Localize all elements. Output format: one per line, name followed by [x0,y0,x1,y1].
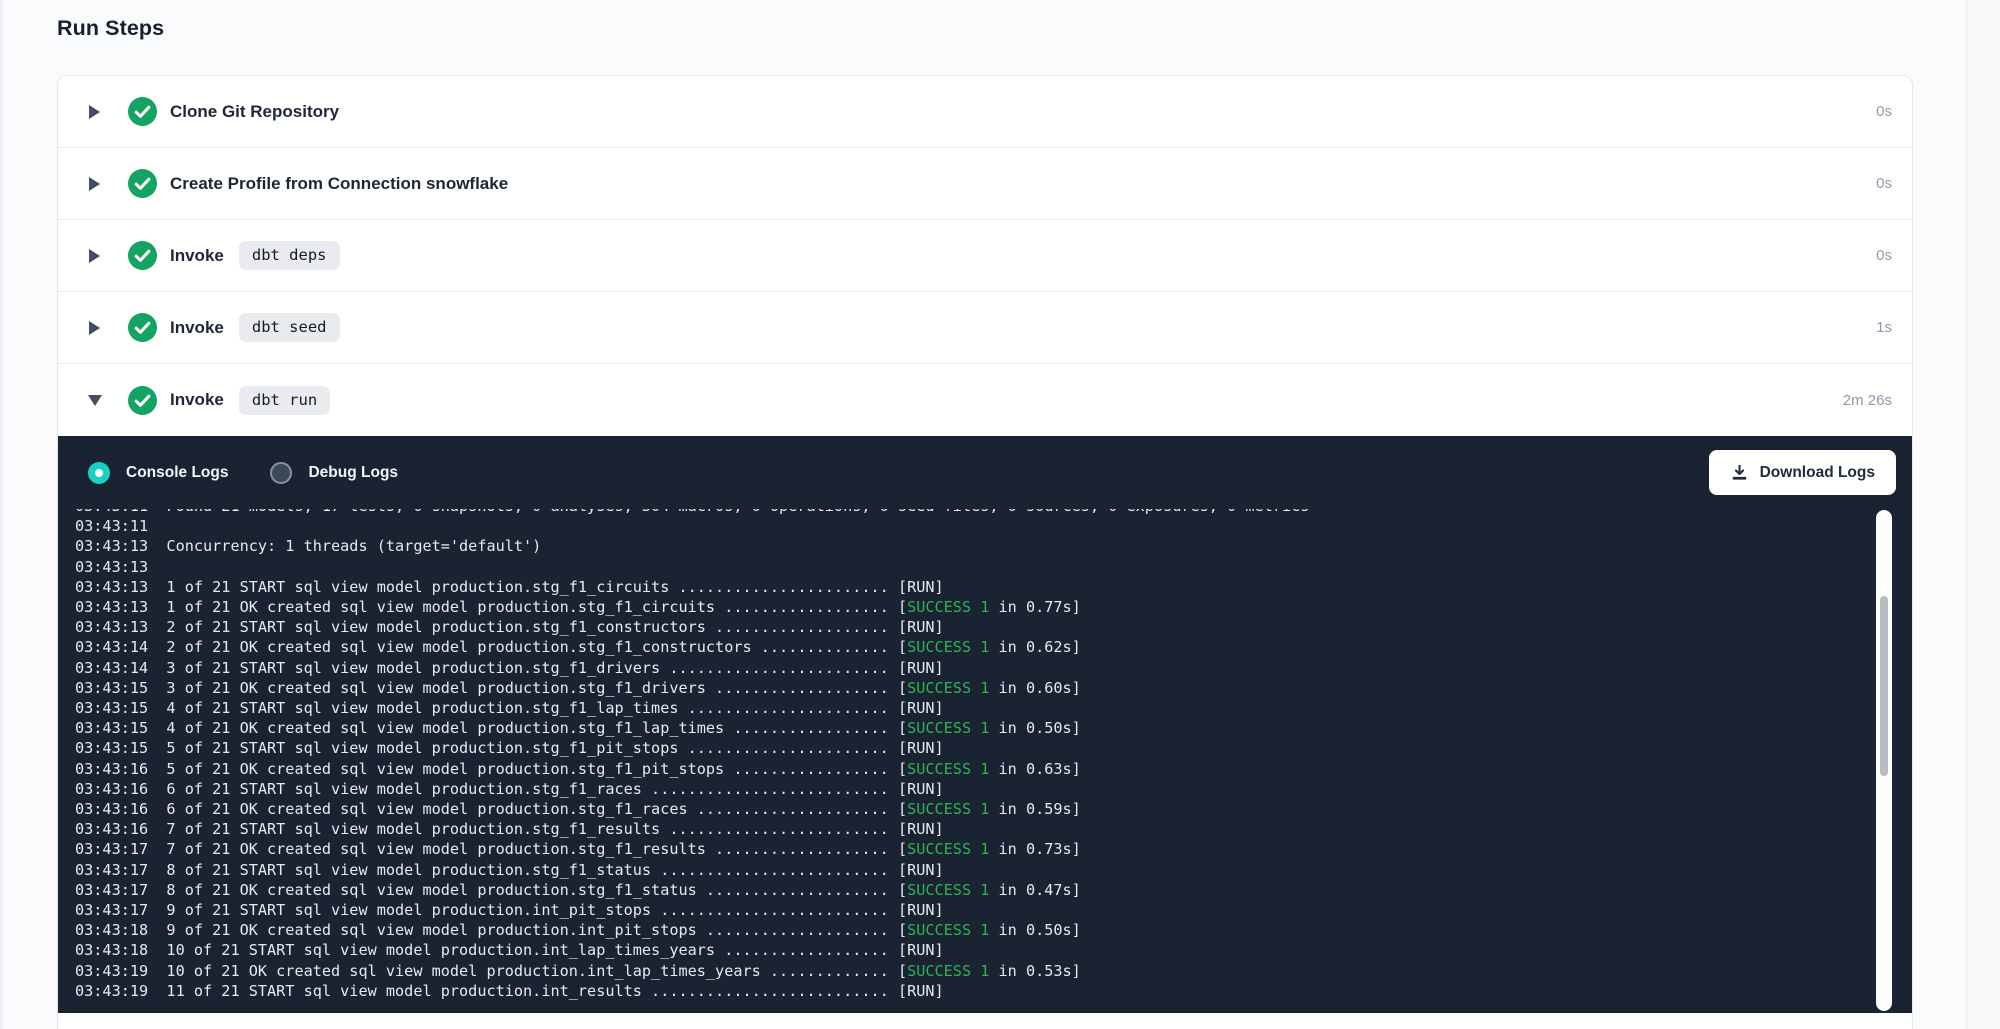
step-duration: 0s [1876,103,1892,120]
step-success-check-icon [128,241,157,270]
log-scrollbar-thumb[interactable] [1880,596,1888,776]
log-line: 03:43:17 8 of 21 OK created sql view mod… [75,880,1912,900]
console-logs-label: Console Logs [126,464,228,482]
log-line: 03:43:14 3 of 21 START sql view model pr… [75,658,1912,678]
step-duration: 0s [1876,247,1892,264]
step-duration: 1s [1876,319,1892,336]
step-success-check-icon [128,169,157,198]
window-left-edge [0,0,3,1029]
download-logs-button[interactable]: Download Logs [1709,450,1896,495]
step-title: Invoke [170,390,224,410]
log-line: 03:43:15 4 of 21 OK created sql view mod… [75,718,1912,738]
step-duration: 2m 26s [1843,392,1892,409]
log-line: 03:43:17 7 of 21 OK created sql view mod… [75,839,1912,859]
step-success-check-icon [128,313,157,342]
log-line: 03:43:11 Found 21 models, 17 tests, 0 sn… [75,509,1912,516]
log-line: 03:43:16 6 of 21 OK created sql view mod… [75,799,1912,819]
log-line: 03:43:19 11 of 21 START sql view model p… [75,981,1912,1001]
log-line: 03:43:17 9 of 21 START sql view model pr… [75,900,1912,920]
console-panel: Console Logs Debug Logs Download Logs 03… [58,436,1912,1013]
right-rail [1966,0,2000,1029]
step-row[interactable]: Clone Git Repository 0s [58,76,1912,148]
run-steps-card: Clone Git Repository 0s Create Profile f… [57,75,1913,1029]
step-title: Invoke [170,246,224,266]
log-line: 03:43:16 6 of 21 START sql view model pr… [75,779,1912,799]
step-command-badge: dbt run [239,386,330,415]
expand-chevron-icon[interactable] [89,249,100,263]
steps-list: Clone Git Repository 0s Create Profile f… [58,76,1912,436]
step-row[interactable]: Invoke dbt deps 0s [58,220,1912,292]
log-line: 03:43:13 [75,557,1912,577]
expand-chevron-icon[interactable] [89,105,100,119]
step-title: Clone Git Repository [170,102,339,122]
step-row[interactable]: Create Profile from Connection snowflake… [58,148,1912,220]
log-lines: 03:43:11 Found 21 models, 17 tests, 0 sn… [75,509,1912,1001]
log-line: 03:43:18 10 of 21 START sql view model p… [75,940,1912,960]
log-line: 03:43:16 5 of 21 OK created sql view mod… [75,759,1912,779]
log-viewport[interactable]: 03:43:11 Found 21 models, 17 tests, 0 sn… [58,509,1912,1013]
step-command-badge: dbt seed [239,313,340,342]
step-success-check-icon [128,97,157,126]
console-logs-tab[interactable]: Console Logs [88,462,228,484]
log-scrollbar-track[interactable] [1876,510,1892,1011]
download-logs-label: Download Logs [1760,464,1875,482]
console-toolbar: Console Logs Debug Logs Download Logs [58,436,1912,509]
expand-chevron-icon[interactable] [88,395,102,406]
radio-unselected-icon[interactable] [270,462,292,484]
step-success-check-icon [128,386,157,415]
page-title: Run Steps [57,16,164,41]
log-line: 03:43:15 5 of 21 START sql view model pr… [75,738,1912,758]
step-row[interactable]: Invoke dbt seed 1s [58,292,1912,364]
log-line: 03:43:15 4 of 21 START sql view model pr… [75,698,1912,718]
log-line: 03:43:13 Concurrency: 1 threads (target=… [75,536,1912,556]
log-line: 03:43:13 2 of 21 START sql view model pr… [75,617,1912,637]
download-icon [1730,463,1749,482]
step-command-badge: dbt deps [239,241,340,270]
log-line: 03:43:19 10 of 21 OK created sql view mo… [75,961,1912,981]
log-line: 03:43:18 9 of 21 OK created sql view mod… [75,920,1912,940]
debug-logs-label: Debug Logs [308,464,398,482]
debug-logs-tab[interactable]: Debug Logs [270,462,398,484]
radio-selected-icon[interactable] [88,462,110,484]
log-line: 03:43:13 1 of 21 START sql view model pr… [75,577,1912,597]
log-line: 03:43:14 2 of 21 OK created sql view mod… [75,637,1912,657]
log-line: 03:43:13 1 of 21 OK created sql view mod… [75,597,1912,617]
log-line: 03:43:15 3 of 21 OK created sql view mod… [75,678,1912,698]
step-title: Invoke [170,318,224,338]
log-line: 03:43:17 8 of 21 START sql view model pr… [75,860,1912,880]
step-row[interactable]: Invoke dbt run 2m 26s [58,364,1912,436]
expand-chevron-icon[interactable] [89,177,100,191]
step-title: Create Profile from Connection snowflake [170,174,508,194]
expand-chevron-icon[interactable] [89,321,100,335]
log-line: 03:43:16 7 of 21 START sql view model pr… [75,819,1912,839]
log-line: 03:43:11 [75,516,1912,536]
step-duration: 0s [1876,175,1892,192]
